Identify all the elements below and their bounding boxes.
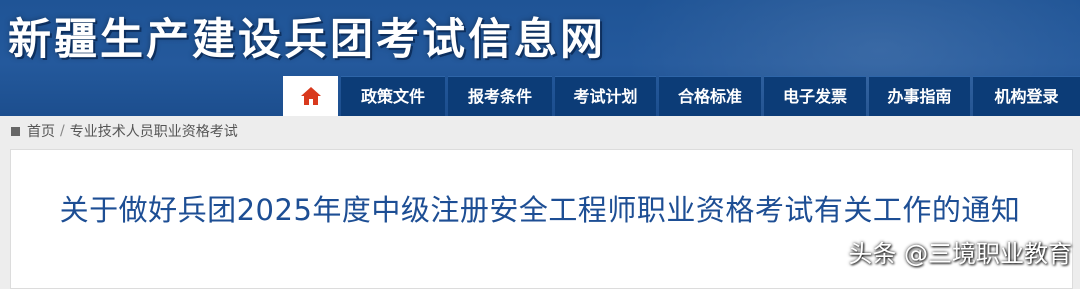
nav-item-service-guide[interactable]: 办事指南: [869, 76, 970, 116]
home-icon: [300, 87, 321, 105]
article-title: 关于做好兵团2025年度中级注册安全工程师职业资格考试有关工作的通知: [59, 193, 1021, 227]
breadcrumb-separator: /: [60, 123, 65, 139]
breadcrumb: 首页 / 专业技术人员职业资格考试: [0, 116, 1080, 146]
breadcrumb-marker-icon: [11, 126, 20, 136]
breadcrumb-category[interactable]: 专业技术人员职业资格考试: [70, 121, 238, 141]
nav-item-eligibility[interactable]: 报考条件: [448, 76, 552, 116]
nav-item-exam-plan[interactable]: 考试计划: [555, 76, 656, 116]
breadcrumb-home[interactable]: 首页: [27, 121, 55, 141]
nav-item-e-invoice[interactable]: 电子发票: [764, 76, 866, 116]
watermark: 头条 @三境职业教育: [848, 240, 1072, 268]
site-title[interactable]: 新疆生产建设兵团考试信息网: [8, 10, 606, 70]
site-header: 新疆生产建设兵团考试信息网 政策文件 报考条件 考试计划 合格标准 电子发票 办…: [0, 0, 1080, 116]
main-nav: 政策文件 报考条件 考试计划 合格标准 电子发票 办事指南 机构登录: [283, 76, 1080, 116]
nav-item-policy-docs[interactable]: 政策文件: [341, 76, 445, 116]
nav-home[interactable]: [283, 76, 338, 116]
nav-item-org-login[interactable]: 机构登录: [973, 76, 1080, 116]
nav-item-pass-standard[interactable]: 合格标准: [659, 76, 761, 116]
